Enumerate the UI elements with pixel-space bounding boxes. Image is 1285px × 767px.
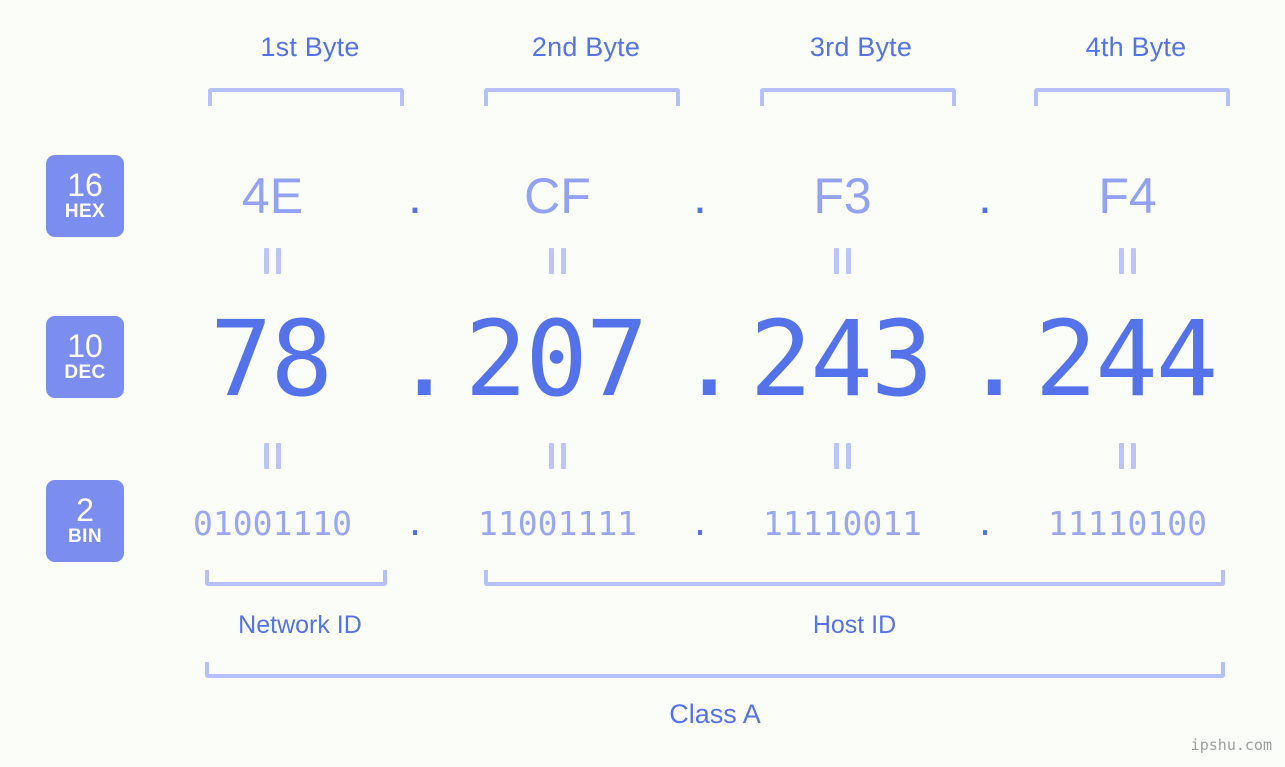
bin-byte-4-value: 11110100 xyxy=(1048,503,1207,543)
equals-bar xyxy=(561,248,566,274)
byte-bracket-1 xyxy=(208,88,404,106)
dec-byte-2-value: 207 xyxy=(464,298,649,420)
radix-badge-dec-number: 10 xyxy=(67,328,103,364)
hex-byte-1-value: 4E xyxy=(241,168,304,224)
equals-bar xyxy=(549,248,554,274)
byte-header-4: 4th Byte xyxy=(1085,32,1187,62)
host-id-label: Host ID xyxy=(812,611,897,639)
hex-separator-3: . xyxy=(978,168,992,224)
hex-byte-2-value: CF xyxy=(524,168,591,224)
dec-byte-1-value: 78 xyxy=(209,298,333,420)
equals-bar xyxy=(834,248,839,274)
equals-bar xyxy=(561,443,566,469)
equals-bar xyxy=(1119,248,1124,274)
byte-header-3: 3rd Byte xyxy=(809,32,913,62)
equals-mark-1 xyxy=(150,248,395,274)
ip-byte-breakdown-diagram: 1st Byte 2nd Byte 3rd Byte 4th Byte 16 H… xyxy=(0,0,1285,767)
equals-bar xyxy=(549,443,554,469)
hex-separator-1: . xyxy=(408,168,422,224)
dec-separator-1: . xyxy=(393,298,456,420)
hex-value-row: 4E . CF . F3 . F4 xyxy=(150,150,1250,242)
host-id-bracket xyxy=(484,570,1225,586)
equals-bar xyxy=(264,248,269,274)
equals-mark-7 xyxy=(720,443,965,469)
bin-separator-3: . xyxy=(975,503,995,543)
equals-bar xyxy=(1131,443,1136,469)
equals-mark-5 xyxy=(150,443,395,469)
bin-byte-3-value: 11110011 xyxy=(763,503,922,543)
ip-class-bracket xyxy=(205,662,1225,678)
equals-bar xyxy=(1131,248,1136,274)
hex-byte-3-value: F3 xyxy=(813,168,872,224)
bin-value-row: 01001110 . 11001111 . 11110011 . 1111010… xyxy=(150,492,1250,554)
radix-badge-dec-unit: DEC xyxy=(64,362,106,383)
network-id-label: Network ID xyxy=(238,611,362,639)
equals-mark-4 xyxy=(1005,248,1250,274)
equals-bar xyxy=(276,248,281,274)
equals-mark-8 xyxy=(1005,443,1250,469)
site-watermark: ipshu.com xyxy=(1190,736,1272,754)
equals-row-dec-bin xyxy=(150,441,1250,471)
equals-row-hex-dec xyxy=(150,246,1250,276)
equals-bar xyxy=(1119,443,1124,469)
radix-badge-bin-unit: BIN xyxy=(68,526,102,547)
byte-bracket-3 xyxy=(760,88,956,106)
byte-bracket-2 xyxy=(484,88,680,106)
dec-byte-4-value: 244 xyxy=(1034,298,1219,420)
dec-separator-2: . xyxy=(678,298,741,420)
radix-badge-hex-unit: HEX xyxy=(64,201,106,222)
equals-mark-2 xyxy=(435,248,680,274)
bin-separator-2: . xyxy=(690,503,710,543)
radix-badge-bin: 2 BIN xyxy=(46,480,124,562)
dec-separator-3: . xyxy=(963,298,1026,420)
equals-bar xyxy=(846,443,851,469)
equals-bar xyxy=(276,443,281,469)
byte-bracket-4 xyxy=(1034,88,1230,106)
equals-bar xyxy=(846,248,851,274)
equals-bar xyxy=(834,443,839,469)
bin-separator-1: . xyxy=(405,503,425,543)
bin-byte-2-value: 11001111 xyxy=(478,503,637,543)
dec-value-row: 78 . 207 . 243 . 244 xyxy=(148,294,1248,424)
equals-mark-6 xyxy=(435,443,680,469)
hex-byte-4-value: F4 xyxy=(1098,168,1157,224)
equals-mark-3 xyxy=(720,248,965,274)
byte-header-1: 1st Byte xyxy=(260,32,360,62)
hex-separator-2: . xyxy=(693,168,707,224)
radix-badge-dec: 10 DEC xyxy=(46,316,124,398)
ip-class-label: Class A xyxy=(669,699,761,729)
dec-byte-3-value: 243 xyxy=(749,298,934,420)
radix-badge-hex-number: 16 xyxy=(67,167,103,203)
radix-badge-hex: 16 HEX xyxy=(46,155,124,237)
byte-header-2: 2nd Byte xyxy=(531,32,641,62)
bin-byte-1-value: 01001110 xyxy=(193,503,352,543)
radix-badge-bin-number: 2 xyxy=(76,492,94,528)
network-id-bracket xyxy=(205,570,387,586)
equals-bar xyxy=(264,443,269,469)
